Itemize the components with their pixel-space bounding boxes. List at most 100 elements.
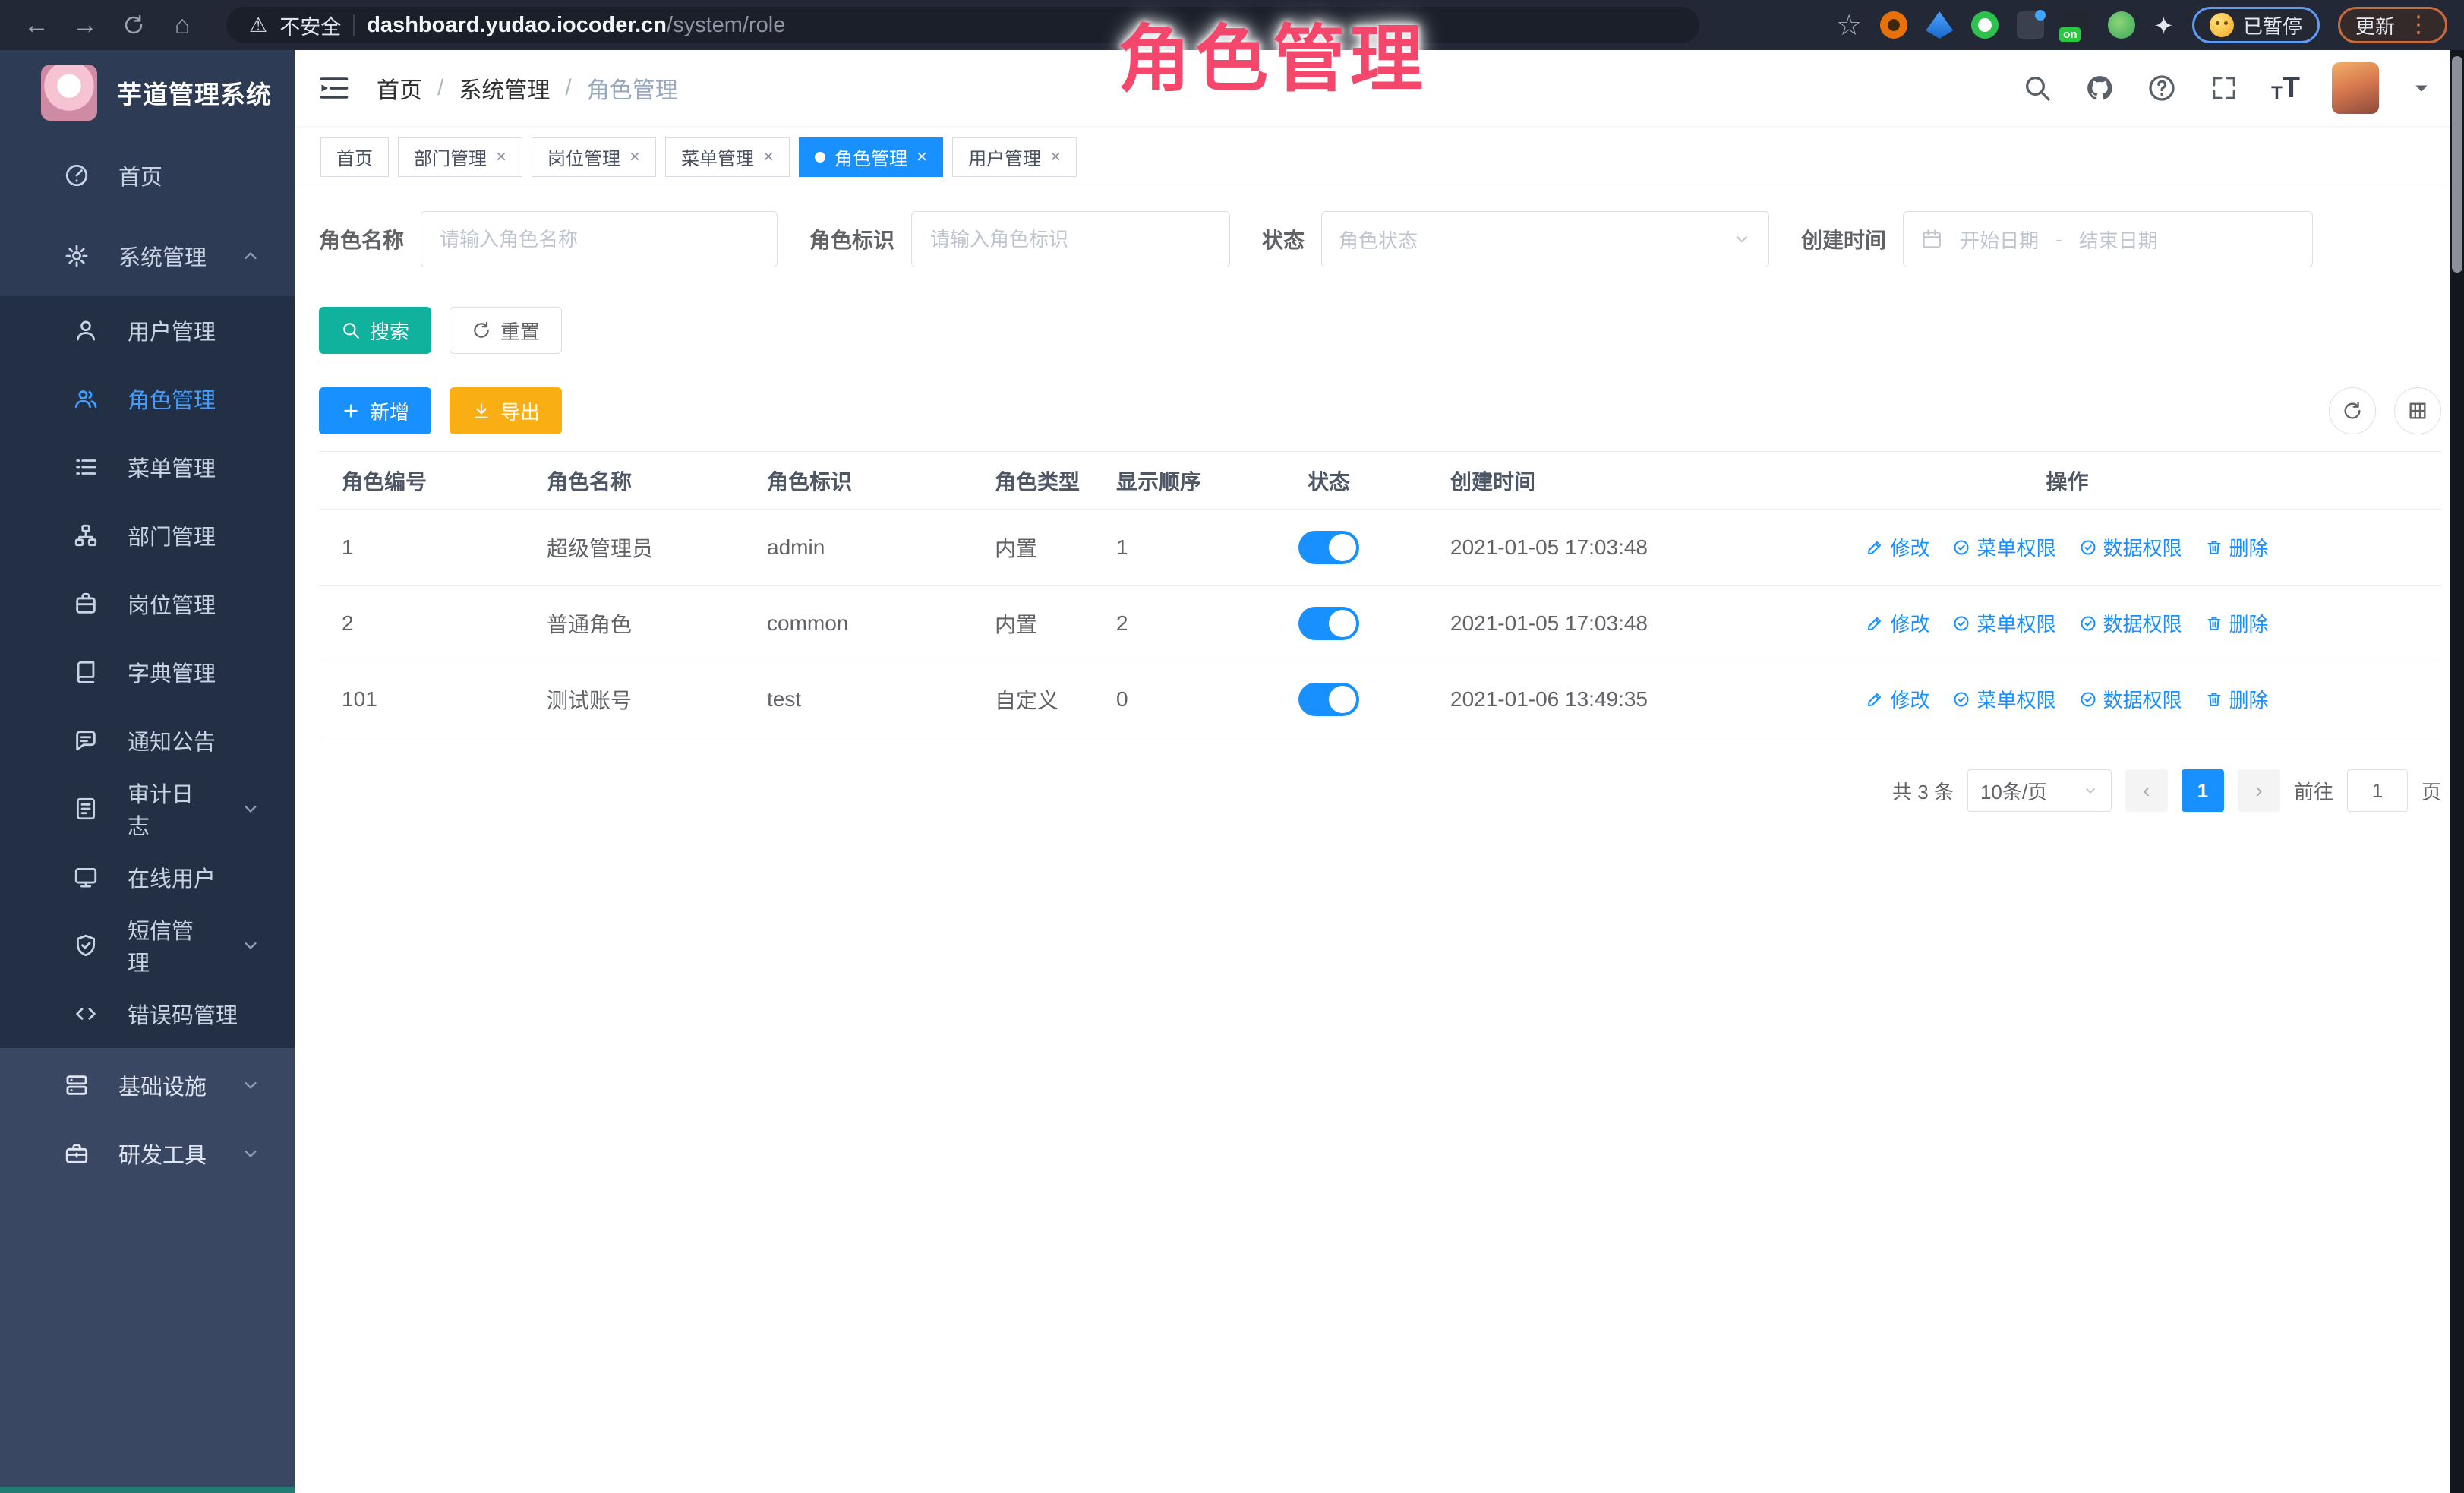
- column-settings-button[interactable]: [2394, 387, 2441, 434]
- tab-menus[interactable]: 菜单管理 ×: [665, 137, 790, 177]
- export-button[interactable]: 导出: [450, 387, 562, 434]
- avatar[interactable]: [2332, 62, 2379, 114]
- menu-permission-label: 菜单权限: [1977, 533, 2055, 561]
- role-key-label: 角色标识: [809, 224, 894, 254]
- sidebar-item-label: 基础设施: [118, 1069, 207, 1101]
- total-count-label: 共 3 条: [1892, 777, 1954, 805]
- data-permission-action[interactable]: 数据权限: [2079, 533, 2182, 561]
- role-key-input[interactable]: [911, 211, 1230, 267]
- search-button[interactable]: 搜索: [319, 307, 431, 354]
- sidebar-item-infrastructure[interactable]: 基础设施: [0, 1051, 295, 1119]
- sidebar-item-users[interactable]: 用户管理: [0, 296, 295, 365]
- chevron-down-icon: [1732, 229, 1752, 249]
- refresh-table-button[interactable]: [2329, 387, 2376, 434]
- sidebar-item-menus[interactable]: 菜单管理: [0, 433, 295, 501]
- data-permission-action[interactable]: 数据权限: [2079, 609, 2182, 637]
- plus-icon: [341, 401, 361, 421]
- sidebar-item-departments[interactable]: 部门管理: [0, 501, 295, 570]
- delete-action[interactable]: 删除: [2205, 609, 2269, 637]
- menu-permission-action[interactable]: 菜单权限: [1952, 609, 2055, 637]
- sidebar-item-home[interactable]: 首页: [0, 135, 295, 216]
- edit-action[interactable]: 修改: [1866, 685, 1929, 713]
- current-page-button[interactable]: 1: [2182, 769, 2224, 812]
- menu-permission-action[interactable]: 菜单权限: [1952, 685, 2055, 713]
- data-permission-action[interactable]: 数据权限: [2079, 685, 2182, 713]
- status-toggle[interactable]: [1298, 531, 1359, 564]
- tab-users[interactable]: 用户管理 ×: [952, 137, 1077, 177]
- sidebar-logo-row[interactable]: 芋道管理系统: [0, 50, 295, 135]
- extension-icon[interactable]: [2108, 11, 2135, 39]
- caret-down-icon[interactable]: [2411, 77, 2432, 99]
- next-page-button[interactable]: ›: [2238, 769, 2280, 812]
- extension-icon[interactable]: [1971, 11, 1999, 39]
- edit-action[interactable]: 修改: [1866, 533, 1929, 561]
- tab-posts[interactable]: 岗位管理 ×: [532, 137, 656, 177]
- browser-home-icon[interactable]: ⌂: [158, 11, 207, 40]
- add-button[interactable]: 新增: [319, 387, 431, 434]
- tab-home[interactable]: 首页: [320, 137, 389, 177]
- tab-label: 岗位管理: [547, 144, 620, 170]
- sidebar-item-online-users[interactable]: 在线用户: [0, 843, 295, 911]
- tags-bar: 首页 部门管理 × 岗位管理 × 菜单管理 × 角色管理 ×: [295, 126, 2464, 188]
- reset-button[interactable]: 重置: [450, 307, 562, 354]
- sidebar-item-notices[interactable]: 通知公告: [0, 706, 295, 775]
- status-toggle[interactable]: [1298, 683, 1359, 716]
- sidebar-item-posts[interactable]: 岗位管理: [0, 570, 295, 638]
- sidebar-item-sms[interactable]: 短信管理: [0, 911, 295, 980]
- goto-page-input[interactable]: [2347, 769, 2408, 812]
- search-icon[interactable]: [2022, 73, 2052, 103]
- delete-action[interactable]: 删除: [2205, 685, 2269, 713]
- extension-icon[interactable]: [2017, 11, 2044, 39]
- menu-permission-action[interactable]: 菜单权限: [1952, 533, 2055, 561]
- sidebar-item-dictionary[interactable]: 字典管理: [0, 638, 295, 706]
- font-size-icon[interactable]: TT: [2271, 74, 2300, 103]
- address-divider: [353, 14, 355, 36]
- chevron-down-icon: [240, 1075, 261, 1096]
- close-icon[interactable]: ×: [763, 148, 774, 166]
- browser-reload-icon[interactable]: [109, 14, 158, 36]
- date-range-picker[interactable]: 开始日期 - 结束日期: [1903, 211, 2313, 267]
- browser-menu-icon[interactable]: ⋮: [2407, 14, 2430, 36]
- browser-back-icon[interactable]: ←: [12, 11, 61, 40]
- extension-icon[interactable]: [1926, 11, 1953, 39]
- prev-page-button[interactable]: ‹: [2125, 769, 2168, 812]
- close-icon[interactable]: ×: [496, 148, 506, 166]
- browser-update-button[interactable]: 更新 ⋮: [2338, 7, 2447, 43]
- sidebar-item-dev-tools[interactable]: 研发工具: [0, 1119, 295, 1188]
- close-icon[interactable]: ×: [1050, 148, 1061, 166]
- tab-roles[interactable]: 角色管理 ×: [799, 137, 943, 177]
- role-name-input[interactable]: [421, 211, 778, 267]
- sidebar-item-error-codes[interactable]: 错误码管理: [0, 980, 295, 1048]
- chevron-up-icon: [240, 245, 261, 267]
- browser-forward-icon[interactable]: →: [61, 11, 109, 40]
- github-icon[interactable]: [2084, 73, 2115, 103]
- profile-paused-button[interactable]: 已暂停: [2192, 7, 2320, 43]
- sidebar-item-system[interactable]: 系统管理: [0, 216, 295, 296]
- hamburger-icon[interactable]: [317, 71, 351, 105]
- cell-role-key: common: [744, 586, 972, 661]
- sidebar-item-audit-log[interactable]: 审计日志: [0, 775, 295, 843]
- scrollbar-thumb[interactable]: [2452, 56, 2462, 273]
- table-toolbar: 新增 导出: [319, 387, 2441, 434]
- bookmark-star-icon[interactable]: ☆: [1836, 8, 1862, 43]
- tab-departments[interactable]: 部门管理 ×: [398, 137, 522, 177]
- sidebar-item-roles[interactable]: 角色管理: [0, 365, 295, 433]
- help-icon[interactable]: [2147, 73, 2177, 103]
- breadcrumb-system[interactable]: 系统管理: [459, 71, 550, 105]
- address-bar[interactable]: ⚠ 不安全 dashboard.yudao.iocoder.cn/system/…: [226, 7, 1699, 43]
- extension-icon[interactable]: [1880, 11, 1907, 39]
- page-scrollbar[interactable]: [2450, 50, 2464, 1493]
- status-select[interactable]: 角色状态: [1321, 211, 1769, 267]
- close-icon[interactable]: ×: [629, 148, 640, 166]
- extension-icon[interactable]: on: [2062, 11, 2090, 39]
- edit-action[interactable]: 修改: [1866, 609, 1929, 637]
- dashboard-icon: [64, 163, 90, 188]
- fullscreen-icon[interactable]: [2209, 73, 2239, 103]
- delete-action[interactable]: 删除: [2205, 533, 2269, 561]
- breadcrumb-home[interactable]: 首页: [377, 71, 422, 105]
- extensions-pin-icon[interactable]: ✦: [2153, 11, 2174, 39]
- status-toggle[interactable]: [1298, 607, 1359, 640]
- close-icon[interactable]: ×: [917, 148, 927, 166]
- chevron-down-icon: [240, 935, 261, 956]
- page-size-select[interactable]: 10条/页: [1967, 769, 2112, 812]
